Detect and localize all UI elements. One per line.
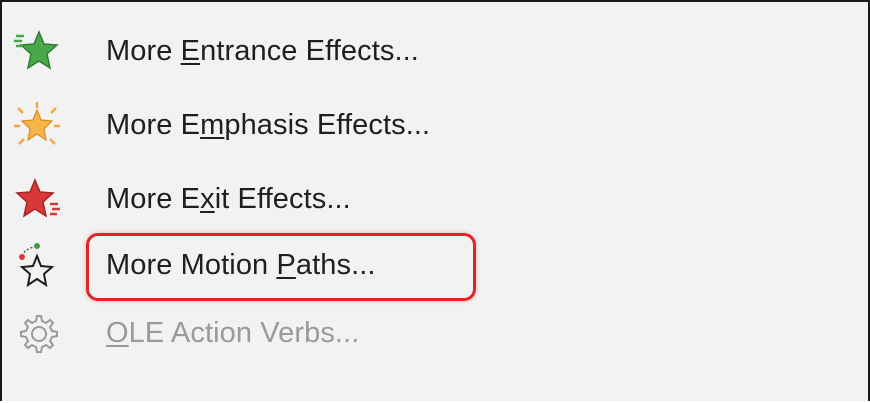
menu-item-label: OLE Action Verbs... bbox=[106, 317, 360, 349]
menu-item-more-motion-paths[interactable]: More Motion Paths... bbox=[2, 228, 868, 300]
menu-item-label: More Emphasis Effects... bbox=[106, 109, 431, 141]
menu-item-label: More Motion Paths... bbox=[106, 249, 376, 281]
menu-item-more-entrance-effects[interactable]: More Entrance Effects... bbox=[2, 14, 868, 86]
menu-item-label: More Entrance Effects... bbox=[106, 35, 419, 67]
menu-item-label: More Exit Effects... bbox=[106, 183, 351, 215]
emphasis-star-icon bbox=[14, 102, 60, 148]
gear-icon bbox=[14, 310, 60, 356]
context-menu: More Entrance Effects... More Emphasis E… bbox=[0, 0, 870, 401]
motion-path-star-icon bbox=[14, 242, 60, 288]
entrance-star-icon bbox=[14, 28, 60, 74]
menu-item-more-emphasis-effects[interactable]: More Emphasis Effects... bbox=[2, 88, 868, 160]
menu-item-ole-action-verbs[interactable]: OLE Action Verbs... bbox=[2, 296, 868, 368]
exit-star-icon bbox=[14, 176, 60, 222]
menu-item-more-exit-effects[interactable]: More Exit Effects... bbox=[2, 162, 868, 234]
